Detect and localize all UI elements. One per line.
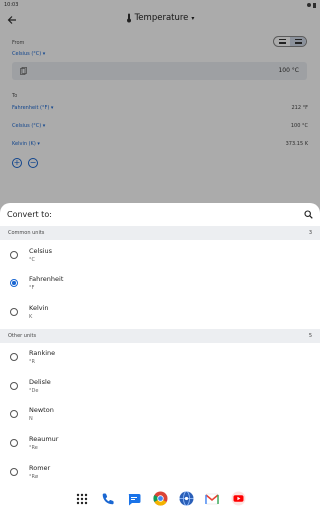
unit-symbol: N	[29, 416, 33, 422]
radio-button[interactable]	[10, 308, 18, 316]
convert-to-sheet: Convert to: Common units 3 Celsius °C Fa…	[0, 203, 320, 512]
unit-option-kelvin[interactable]: Kelvin K	[0, 299, 320, 327]
taskbar-dock	[0, 485, 320, 512]
unit-option-romer[interactable]: Romer °Rø	[0, 459, 320, 487]
section-label: Other units	[8, 333, 37, 339]
radio-button[interactable]	[10, 410, 18, 418]
unit-option-rankine[interactable]: Rankine °R	[0, 344, 320, 372]
unit-name: Rankine	[29, 349, 56, 357]
browser-globe-icon[interactable]	[178, 491, 194, 507]
section-count: 5	[308, 333, 312, 339]
unit-symbol: °F	[29, 285, 35, 291]
radio-button[interactable]	[10, 251, 18, 259]
unit-option-celsius[interactable]: Celsius °C	[0, 242, 320, 270]
search-icon[interactable]	[304, 210, 313, 219]
unit-option-newton[interactable]: Newton N	[0, 401, 320, 429]
unit-option-delisle[interactable]: Delisle °De	[0, 373, 320, 401]
unit-name: Newton	[29, 406, 54, 414]
youtube-icon[interactable]	[230, 491, 246, 507]
unit-name: Fahrenheit	[29, 275, 64, 283]
radio-button[interactable]	[10, 468, 18, 476]
unit-symbol: °R	[29, 359, 35, 365]
unit-symbol: °C	[29, 257, 35, 263]
phone-icon[interactable]	[100, 491, 116, 507]
chrome-icon[interactable]	[152, 491, 168, 507]
unit-name: Celsius	[29, 247, 53, 255]
sheet-title: Convert to:	[7, 210, 52, 219]
section-header-other: Other units 5	[0, 329, 320, 343]
unit-symbol: °Rø	[29, 474, 39, 480]
radio-button[interactable]	[10, 439, 18, 447]
unit-symbol: °De	[29, 388, 39, 394]
unit-name: Delisle	[29, 378, 51, 386]
unit-name: Reaumur	[29, 435, 59, 443]
radio-button-selected[interactable]	[10, 279, 18, 287]
sheet-header: Convert to:	[0, 203, 320, 226]
unit-symbol: K	[29, 314, 33, 320]
gmail-icon[interactable]	[204, 491, 220, 507]
apps-grid-icon[interactable]	[74, 491, 90, 507]
unit-name: Romer	[29, 464, 51, 472]
unit-option-fahrenheit[interactable]: Fahrenheit °F	[0, 270, 320, 298]
section-header-common: Common units 3	[0, 226, 320, 240]
unit-name: Kelvin	[29, 304, 49, 312]
section-count: 3	[308, 230, 312, 236]
unit-option-reaumur[interactable]: Reaumur °Re	[0, 430, 320, 458]
messages-icon[interactable]	[126, 491, 142, 507]
section-label: Common units	[8, 230, 45, 236]
unit-symbol: °Re	[29, 445, 38, 451]
radio-button[interactable]	[10, 382, 18, 390]
radio-button[interactable]	[10, 353, 18, 361]
